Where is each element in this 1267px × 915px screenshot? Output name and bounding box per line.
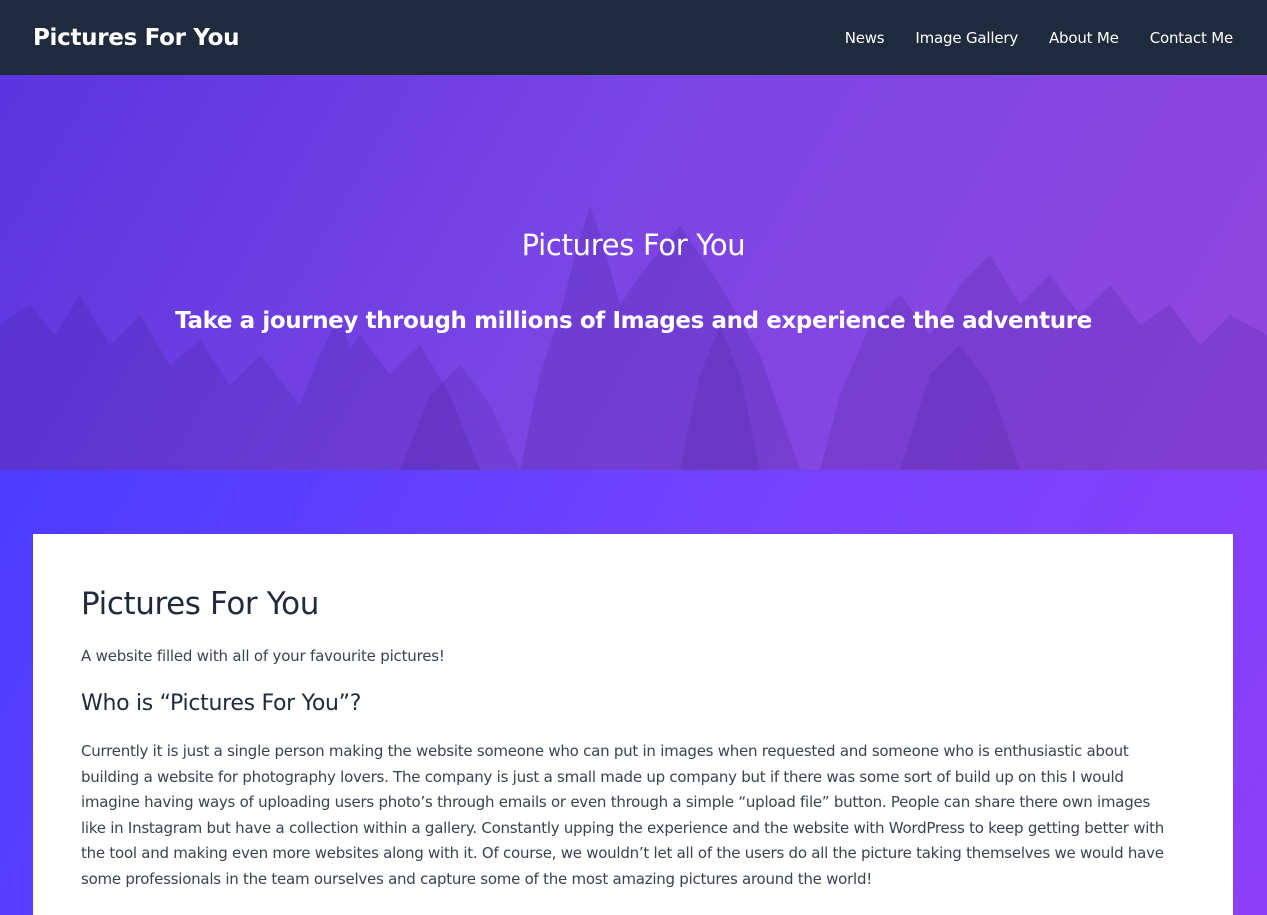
hero-subtitle: Take a journey through millions of Image… [175,308,1092,334]
content-card: Pictures For You A website filled with a… [33,534,1233,915]
section-body-text: Currently it is just a single person mak… [81,742,1165,888]
nav-item-about-me[interactable]: About Me [1049,29,1119,47]
section-heading-who: Who is “Pictures For You”? [81,691,362,716]
nav-item-contact-me[interactable]: Contact Me [1150,29,1234,47]
nav-item-news[interactable]: News [845,29,885,47]
nav-item-image-gallery[interactable]: Image Gallery [915,29,1018,47]
hero-background-trees-image [0,205,1267,470]
page-tagline: A website filled with all of your favour… [81,647,445,665]
page-heading: Pictures For You [81,586,319,622]
main-nav: News Image Gallery About Me Contact Me [845,29,1234,47]
hero-title: Pictures For You [521,228,746,262]
site-header: Pictures For You News Image Gallery Abou… [0,0,1267,75]
hero-banner: Pictures For You Take a journey through … [0,75,1267,470]
site-title-link[interactable]: Pictures For You [33,25,240,51]
